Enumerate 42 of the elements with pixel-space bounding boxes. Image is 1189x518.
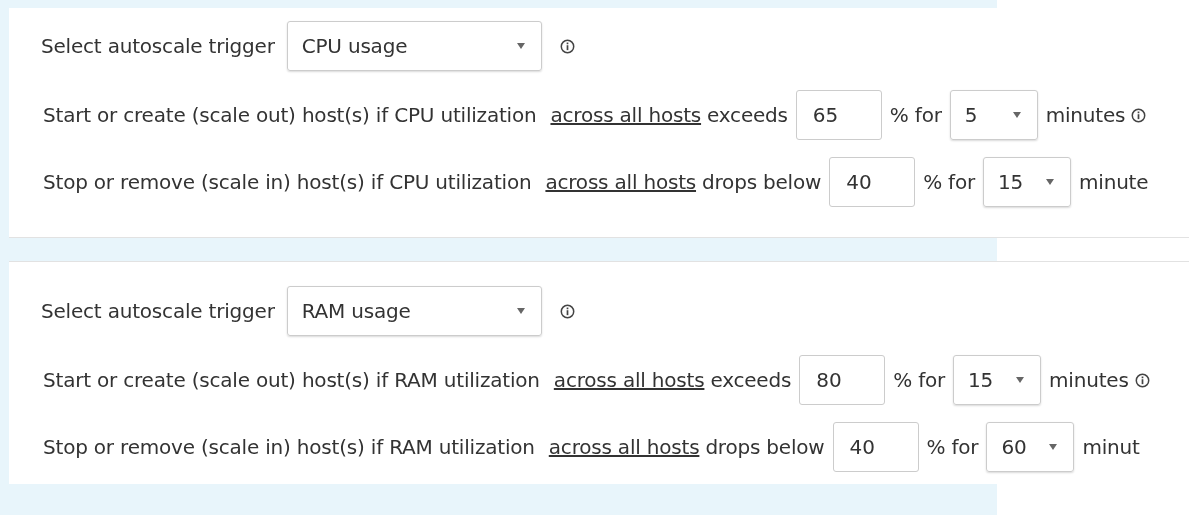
rule-text: drops below — [705, 435, 825, 459]
input-field[interactable]: 65 — [795, 90, 882, 140]
link[interactable]: across all hosts — [550, 103, 702, 127]
caret-icon — [1049, 444, 1058, 450]
dropdown[interactable]: 5 — [949, 90, 1038, 140]
rule-text: Start or create (scale out) host(s) if CPU utilization — [43, 103, 537, 127]
input-field[interactable]: 40 — [832, 422, 919, 472]
unit-label: minute — [1079, 170, 1149, 194]
dropdown[interactable]: 15 — [953, 355, 1042, 405]
unit-label: minutes — [1049, 368, 1129, 392]
field-label: Select autoscale trigger — [41, 299, 275, 323]
rule-text: Stop or remove (scale in) host(s) if CPU utilization — [43, 170, 532, 194]
rule-text: exceeds — [710, 368, 792, 392]
rule-text: Stop or remove (scale in) host(s) if RAM utilization — [43, 435, 535, 459]
unit-label: minutes — [1045, 103, 1126, 127]
caret-icon — [516, 308, 525, 314]
input-field[interactable]: 80 — [799, 355, 886, 405]
rule-text: Start or create (scale out) host(s) if RAM utilization — [43, 368, 540, 392]
dropdown[interactable]: CPU usage — [286, 21, 542, 71]
dropdown[interactable]: 60 — [986, 422, 1075, 472]
unit-label: % for — [893, 368, 946, 392]
unit-label: % for — [926, 435, 979, 459]
unit-label: % for — [923, 170, 976, 194]
unit-label: minut — [1082, 435, 1140, 459]
rule-text: exceeds — [707, 103, 788, 127]
dropdown[interactable]: RAM usage — [286, 286, 542, 336]
unit-label: % for — [889, 103, 942, 127]
caret-icon — [516, 43, 525, 49]
caret-icon — [1046, 179, 1055, 185]
info-icon[interactable] — [559, 38, 575, 54]
link[interactable]: across all hosts — [548, 435, 700, 459]
link[interactable]: across all hosts — [545, 170, 696, 194]
dropdown[interactable]: 15 — [983, 157, 1072, 207]
info-icon[interactable] — [559, 303, 575, 319]
caret-icon — [1016, 377, 1025, 383]
info-icon[interactable] — [1131, 107, 1147, 123]
link[interactable]: across all hosts — [553, 368, 705, 392]
caret-icon — [1012, 112, 1021, 118]
rule-text: drops below — [702, 170, 822, 194]
field-label: Select autoscale trigger — [41, 34, 275, 58]
input-field[interactable]: 40 — [829, 157, 916, 207]
info-icon[interactable] — [1134, 372, 1150, 388]
